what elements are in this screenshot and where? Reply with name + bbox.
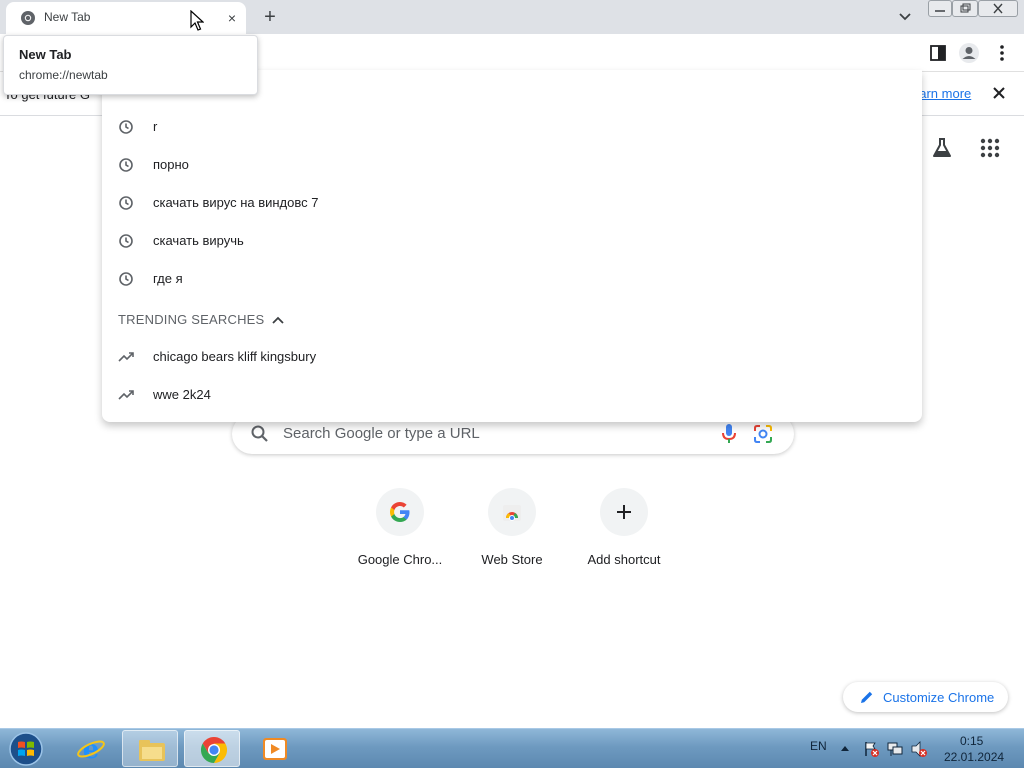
trending-arrow-icon: [118, 352, 134, 362]
close-window-button[interactable]: [978, 0, 1018, 17]
shortcut-icon-circle: [376, 488, 424, 536]
suggestion-row[interactable]: скачать виручь: [102, 222, 922, 260]
tab-new-tab[interactable]: New Tab ×: [6, 2, 246, 34]
clock-date[interactable]: 22.01.2024: [944, 750, 1004, 764]
new-tab-button[interactable]: +: [258, 5, 282, 29]
clock-time[interactable]: 0:15: [960, 734, 983, 748]
suggestion-row[interactable]: где я: [102, 260, 922, 298]
side-panel-icon[interactable]: [927, 42, 949, 64]
shortcut-web-store[interactable]: Web Store: [456, 488, 568, 578]
chevron-up-icon[interactable]: [270, 312, 286, 328]
shortcut-icon-circle: [488, 488, 536, 536]
trending-row[interactable]: wwe 2k24: [102, 376, 922, 414]
history-clock-icon: [119, 234, 133, 248]
suggestion-row[interactable]: r: [102, 108, 922, 146]
suggestion-text: порно: [153, 157, 189, 172]
shortcut-label: Add shortcut: [587, 552, 661, 567]
action-center-flag-icon[interactable]: [862, 740, 880, 758]
customize-chrome-button[interactable]: Customize Chrome: [843, 682, 1008, 712]
tab-title: New Tab: [44, 10, 91, 24]
chrome-logo-icon: [200, 736, 228, 764]
internet-explorer-icon: e: [77, 735, 105, 764]
profile-avatar-icon[interactable]: [958, 42, 980, 64]
volume-muted-icon[interactable]: [910, 740, 928, 758]
infobar-close-icon[interactable]: [990, 84, 1008, 102]
history-clock-icon: [119, 120, 133, 134]
taskbar-file-explorer[interactable]: [122, 730, 178, 767]
mouse-cursor-icon: [190, 10, 204, 31]
web-store-icon: [503, 505, 521, 521]
tab-hover-tooltip: New Tab chrome://newtab: [3, 35, 258, 95]
suggestion-row[interactable]: скачать вирус на виндовс 7: [102, 184, 922, 222]
minimize-button[interactable]: [928, 0, 952, 17]
google-lens-icon[interactable]: [752, 423, 774, 445]
tab-close-button[interactable]: ×: [222, 8, 242, 28]
trending-searches-header: TRENDING SEARCHES: [118, 312, 265, 327]
history-clock-icon: [119, 272, 133, 286]
restore-icon: [960, 3, 971, 13]
pencil-icon: [861, 691, 873, 703]
suggestion-row[interactable]: порно: [102, 146, 922, 184]
shortcut-add[interactable]: Add shortcut: [568, 488, 680, 578]
tab-search-chevron-icon[interactable]: [894, 6, 916, 28]
taskbar-media-player[interactable]: [246, 730, 302, 767]
ntp-search-placeholder: Search Google or type a URL: [283, 425, 480, 442]
language-indicator[interactable]: EN: [810, 739, 827, 753]
trending-text: chicago bears kliff kingsbury: [153, 349, 317, 364]
shortcut-icon-circle: [600, 488, 648, 536]
suggestion-text: r: [153, 119, 158, 134]
trending-row[interactable]: chicago bears kliff kingsbury: [102, 338, 922, 376]
plus-icon: [617, 505, 631, 519]
shortcut-label: Web Store: [481, 552, 543, 567]
shortcut-google-chrome[interactable]: Google Chro...: [344, 488, 456, 578]
suggestion-text: скачать виручь: [153, 233, 244, 248]
suggestion-text: скачать вирус на виндовс 7: [153, 195, 319, 210]
taskbar-google-chrome[interactable]: [184, 730, 240, 767]
google-g-icon: [390, 502, 410, 522]
minimize-icon: [935, 10, 945, 12]
tooltip-title: New Tab: [19, 47, 72, 62]
svg-text:e: e: [83, 735, 100, 764]
taskbar-internet-explorer[interactable]: e: [62, 730, 118, 767]
screen: New Tab × + To get future G earn more: [0, 0, 1024, 768]
windows-start-orb-icon[interactable]: [4, 730, 48, 768]
suggestion-text: где я: [153, 271, 183, 286]
tooltip-url: chrome://newtab: [19, 68, 108, 82]
chrome-favicon-icon: [21, 11, 35, 25]
history-clock-icon: [119, 158, 133, 172]
folder-icon: [139, 740, 165, 761]
network-icon[interactable]: [886, 740, 904, 758]
media-player-icon: [263, 738, 287, 760]
tray-expand-arrow-icon[interactable]: [838, 741, 852, 755]
close-window-icon: [993, 3, 1003, 14]
customize-chrome-label: Customize Chrome: [883, 690, 995, 705]
shortcut-label: Google Chro...: [357, 552, 443, 567]
trending-text: wwe 2k24: [153, 387, 211, 402]
google-apps-icon[interactable]: [978, 136, 1002, 160]
history-clock-icon: [119, 196, 133, 210]
labs-flask-icon[interactable]: [930, 136, 954, 160]
trending-arrow-icon: [118, 390, 134, 400]
search-icon: [251, 425, 268, 442]
chrome-menu-icon[interactable]: [991, 42, 1013, 64]
voice-search-mic-icon[interactable]: [718, 422, 740, 446]
restore-button[interactable]: [952, 0, 978, 17]
